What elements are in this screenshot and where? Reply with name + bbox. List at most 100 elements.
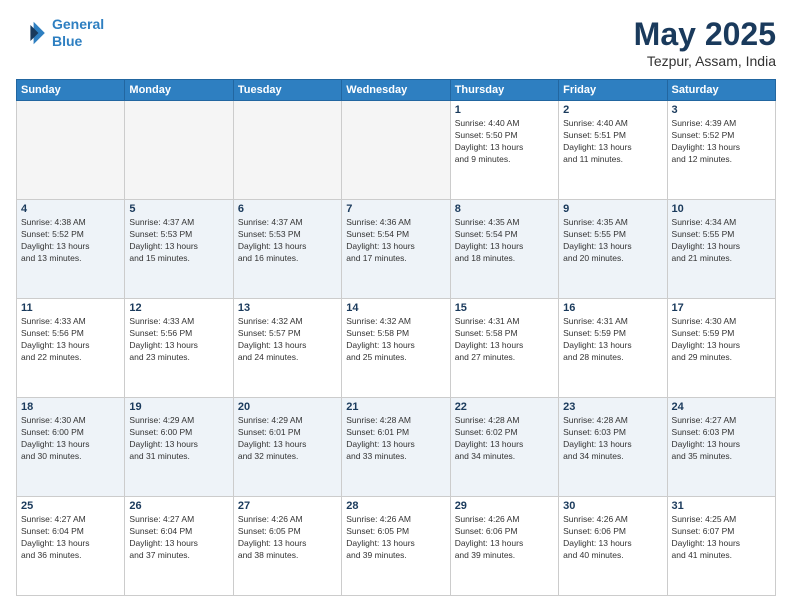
calendar-week-row: 4Sunrise: 4:38 AM Sunset: 5:52 PM Daylig…: [17, 200, 776, 299]
weekday-header: Friday: [559, 80, 667, 101]
day-number: 14: [346, 302, 445, 314]
day-info: Sunrise: 4:33 AM Sunset: 5:56 PM Dayligh…: [129, 316, 228, 364]
day-number: 6: [238, 203, 337, 215]
day-number: 22: [455, 401, 554, 413]
month-title: May 2025: [634, 16, 776, 53]
calendar-cell: 4Sunrise: 4:38 AM Sunset: 5:52 PM Daylig…: [17, 200, 125, 299]
day-number: 27: [238, 500, 337, 512]
calendar-cell: 22 Sunrise: 4:28 AM Sunset: 6:02 PM Dayli…: [450, 398, 558, 497]
title-block: May 2025 Tezpur, Assam, India: [634, 16, 776, 69]
day-info: Sunrise: 4:34 AM Sunset: 5:55 PM Dayligh…: [672, 217, 771, 265]
day-info: Sunrise: 4:39 AM Sunset: 5:52 PM Dayligh…: [672, 118, 771, 166]
weekday-header: Thursday: [450, 80, 558, 101]
day-info: Sunrise: 4:31 AM Sunset: 5:58 PM Dayligh…: [455, 316, 554, 364]
calendar-cell: 8Sunrise: 4:35 AM Sunset: 5:54 PM Daylig…: [450, 200, 558, 299]
day-number: 21: [346, 401, 445, 413]
calendar-cell: 2 Sunrise: 4:40 AM Sunset: 5:51 PM Daylig…: [559, 101, 667, 200]
subtitle: Tezpur, Assam, India: [634, 53, 776, 69]
day-info: Sunrise: 4:29 AM Sunset: 6:01 PM Dayligh…: [238, 415, 337, 463]
day-info: Sunrise: 4:32 AM Sunset: 5:58 PM Dayligh…: [346, 316, 445, 364]
calendar-cell: 29 Sunrise: 4:26 AM Sunset: 6:06 PM Dayli…: [450, 497, 558, 596]
weekday-header: Wednesday: [342, 80, 450, 101]
day-info: Sunrise: 4:27 AM Sunset: 6:04 PM Dayligh…: [129, 514, 228, 562]
day-info: Sunrise: 4:25 AM Sunset: 6:07 PM Dayligh…: [672, 514, 771, 562]
calendar-cell: 10 Sunrise: 4:34 AM Sunset: 5:55 PM Dayli…: [667, 200, 775, 299]
calendar-cell: 28 Sunrise: 4:26 AM Sunset: 6:05 PM Dayli…: [342, 497, 450, 596]
calendar-cell: [233, 101, 341, 200]
day-info: Sunrise: 4:40 AM Sunset: 5:50 PM Dayligh…: [455, 118, 554, 166]
day-number: 10: [672, 203, 771, 215]
calendar-cell: 27 Sunrise: 4:26 AM Sunset: 6:05 PM Dayli…: [233, 497, 341, 596]
calendar-cell: 23 Sunrise: 4:28 AM Sunset: 6:03 PM Dayli…: [559, 398, 667, 497]
day-info: Sunrise: 4:37 AM Sunset: 5:53 PM Dayligh…: [129, 217, 228, 265]
day-info: Sunrise: 4:26 AM Sunset: 6:06 PM Dayligh…: [563, 514, 662, 562]
calendar-cell: 12 Sunrise: 4:33 AM Sunset: 5:56 PM Dayli…: [125, 299, 233, 398]
calendar-cell: [342, 101, 450, 200]
day-info: Sunrise: 4:33 AM Sunset: 5:56 PM Dayligh…: [21, 316, 120, 364]
day-info: Sunrise: 4:30 AM Sunset: 5:59 PM Dayligh…: [672, 316, 771, 364]
day-info: Sunrise: 4:27 AM Sunset: 6:04 PM Dayligh…: [21, 514, 120, 562]
day-info: Sunrise: 4:36 AM Sunset: 5:54 PM Dayligh…: [346, 217, 445, 265]
day-number: 17: [672, 302, 771, 314]
weekday-row: SundayMondayTuesdayWednesdayThursdayFrid…: [17, 80, 776, 101]
day-number: 15: [455, 302, 554, 314]
day-info: Sunrise: 4:35 AM Sunset: 5:54 PM Dayligh…: [455, 217, 554, 265]
calendar-cell: 20 Sunrise: 4:29 AM Sunset: 6:01 PM Dayli…: [233, 398, 341, 497]
day-info: Sunrise: 4:35 AM Sunset: 5:55 PM Dayligh…: [563, 217, 662, 265]
calendar-cell: 19Sunrise: 4:29 AM Sunset: 6:00 PM Dayli…: [125, 398, 233, 497]
calendar-cell: 17 Sunrise: 4:30 AM Sunset: 5:59 PM Dayli…: [667, 299, 775, 398]
calendar-cell: [125, 101, 233, 200]
day-number: 7: [346, 203, 445, 215]
day-number: 30: [563, 500, 662, 512]
day-number: 23: [563, 401, 662, 413]
day-number: 3: [672, 104, 771, 116]
day-number: 24: [672, 401, 771, 413]
day-number: 29: [455, 500, 554, 512]
day-number: 28: [346, 500, 445, 512]
calendar-cell: 6 Sunrise: 4:37 AM Sunset: 5:53 PM Daylig…: [233, 200, 341, 299]
calendar-week-row: 1Sunrise: 4:40 AM Sunset: 5:50 PM Daylig…: [17, 101, 776, 200]
day-number: 5: [129, 203, 228, 215]
calendar-cell: 7 Sunrise: 4:36 AM Sunset: 5:54 PM Daylig…: [342, 200, 450, 299]
header: General Blue May 2025 Tezpur, Assam, Ind…: [16, 16, 776, 69]
day-info: Sunrise: 4:30 AM Sunset: 6:00 PM Dayligh…: [21, 415, 120, 463]
day-info: Sunrise: 4:26 AM Sunset: 6:06 PM Dayligh…: [455, 514, 554, 562]
day-info: Sunrise: 4:28 AM Sunset: 6:03 PM Dayligh…: [563, 415, 662, 463]
logo-icon: [16, 17, 48, 49]
day-number: 16: [563, 302, 662, 314]
day-info: Sunrise: 4:29 AM Sunset: 6:00 PM Dayligh…: [129, 415, 228, 463]
calendar-cell: 9 Sunrise: 4:35 AM Sunset: 5:55 PM Daylig…: [559, 200, 667, 299]
day-number: 25: [21, 500, 120, 512]
calendar-cell: 1Sunrise: 4:40 AM Sunset: 5:50 PM Daylig…: [450, 101, 558, 200]
calendar-cell: 21 Sunrise: 4:28 AM Sunset: 6:01 PM Dayli…: [342, 398, 450, 497]
day-number: 13: [238, 302, 337, 314]
day-number: 2: [563, 104, 662, 116]
day-number: 20: [238, 401, 337, 413]
day-number: 11: [21, 302, 120, 314]
day-info: Sunrise: 4:32 AM Sunset: 5:57 PM Dayligh…: [238, 316, 337, 364]
calendar-cell: 26 Sunrise: 4:27 AM Sunset: 6:04 PM Dayli…: [125, 497, 233, 596]
logo: General Blue: [16, 16, 104, 50]
calendar-header: SundayMondayTuesdayWednesdayThursdayFrid…: [17, 80, 776, 101]
calendar-cell: 18 Sunrise: 4:30 AM Sunset: 6:00 PM Dayli…: [17, 398, 125, 497]
day-number: 9: [563, 203, 662, 215]
calendar-cell: 24Sunrise: 4:27 AM Sunset: 6:03 PM Dayli…: [667, 398, 775, 497]
day-info: Sunrise: 4:37 AM Sunset: 5:53 PM Dayligh…: [238, 217, 337, 265]
calendar-cell: 5 Sunrise: 4:37 AM Sunset: 5:53 PM Daylig…: [125, 200, 233, 299]
day-number: 12: [129, 302, 228, 314]
logo-line2: Blue: [52, 33, 82, 49]
calendar-table: SundayMondayTuesdayWednesdayThursdayFrid…: [16, 79, 776, 596]
day-info: Sunrise: 4:28 AM Sunset: 6:02 PM Dayligh…: [455, 415, 554, 463]
day-number: 18: [21, 401, 120, 413]
day-info: Sunrise: 4:26 AM Sunset: 6:05 PM Dayligh…: [238, 514, 337, 562]
weekday-header: Monday: [125, 80, 233, 101]
logo-line1: General: [52, 16, 104, 32]
calendar-cell: 30 Sunrise: 4:26 AM Sunset: 6:06 PM Dayli…: [559, 497, 667, 596]
day-info: Sunrise: 4:40 AM Sunset: 5:51 PM Dayligh…: [563, 118, 662, 166]
day-info: Sunrise: 4:31 AM Sunset: 5:59 PM Dayligh…: [563, 316, 662, 364]
day-info: Sunrise: 4:26 AM Sunset: 6:05 PM Dayligh…: [346, 514, 445, 562]
calendar-cell: 11 Sunrise: 4:33 AM Sunset: 5:56 PM Dayli…: [17, 299, 125, 398]
day-info: Sunrise: 4:28 AM Sunset: 6:01 PM Dayligh…: [346, 415, 445, 463]
day-number: 26: [129, 500, 228, 512]
calendar-cell: 31Sunrise: 4:25 AM Sunset: 6:07 PM Dayli…: [667, 497, 775, 596]
